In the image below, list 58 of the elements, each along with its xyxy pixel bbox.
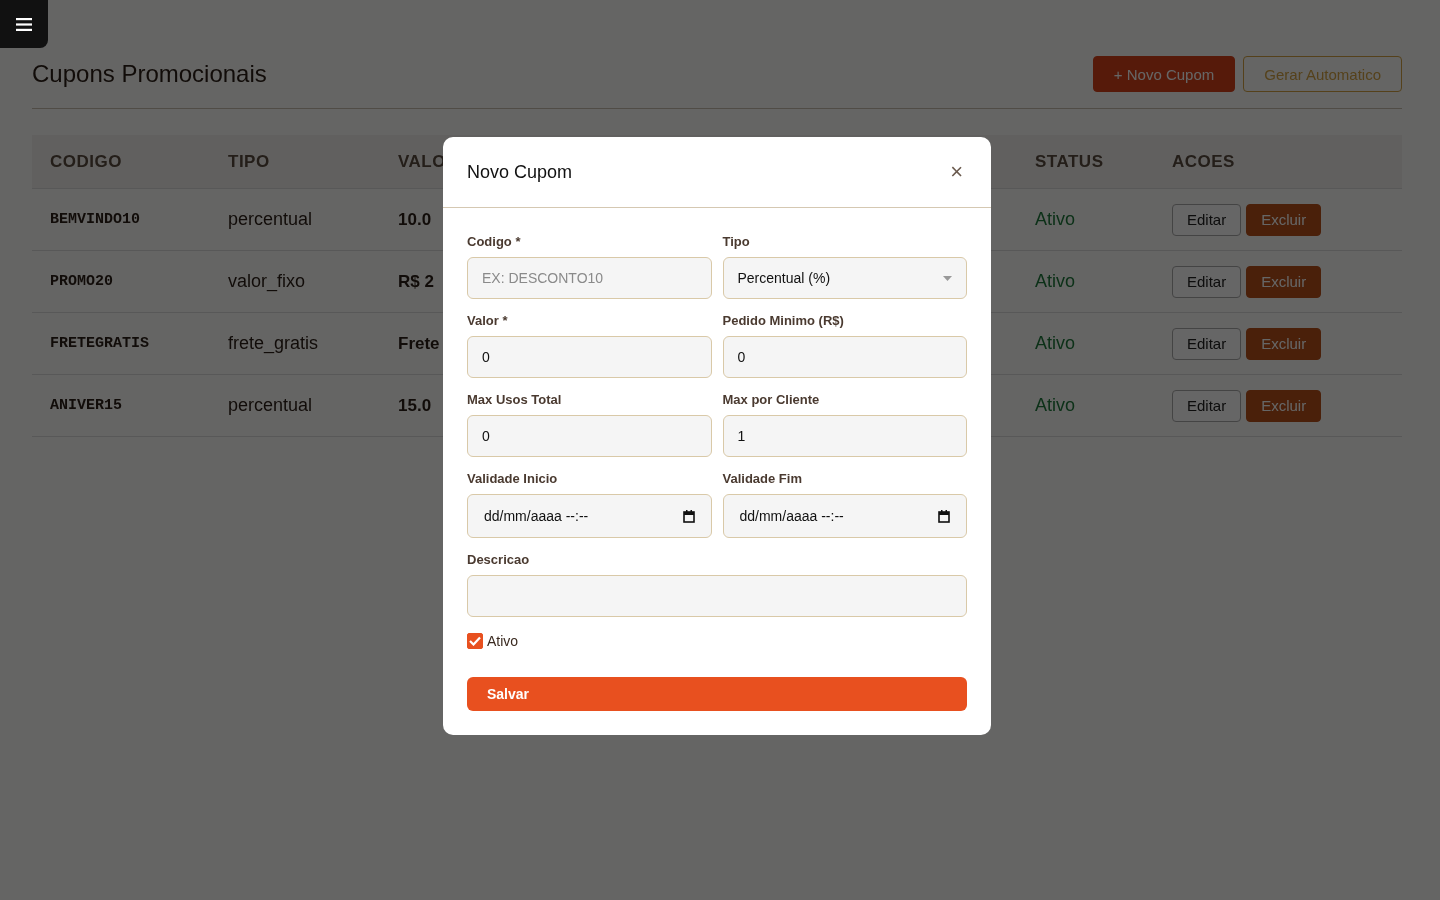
delete-button[interactable]: Excluir (1246, 265, 1322, 298)
table-cell: Frete (398, 333, 440, 353)
caret-icon (943, 275, 952, 281)
input-field[interactable]: EX: DESCONTO10 (467, 257, 712, 299)
menu-icon (16, 17, 32, 31)
status-text: Ativo (1035, 209, 1077, 230)
column-header: TIPO (228, 151, 270, 171)
calendar-icon (938, 509, 950, 523)
delete-button[interactable]: Excluir (1246, 327, 1322, 360)
table-cell-text: frete_gratis (228, 333, 320, 354)
page-title: Cupons Promocionais (32, 60, 267, 88)
table-cell-text: PROMO20 (49, 273, 114, 290)
column-header: STATUS (1035, 151, 1104, 171)
edit-button[interactable]: Editar (1172, 327, 1242, 360)
field-label: Validade Fim (722, 471, 803, 486)
field-label: Max por Cliente (722, 392, 821, 407)
date-field[interactable]: dd/mm/aaaa --:-- (467, 494, 712, 538)
field-label: Descricao (467, 552, 531, 567)
table-cell: 15.0 (398, 395, 432, 415)
field-label: Pedido Minimo (R$) (722, 313, 845, 328)
date-field[interactable]: dd/mm/aaaa --:-- (722, 494, 967, 538)
new-coupon-button[interactable]: + Novo Cupom (1092, 56, 1236, 92)
column-header: ACOES (1172, 151, 1235, 171)
checkbox-label: Ativo (487, 633, 519, 649)
field-label: Tipo (722, 234, 751, 249)
input-field[interactable] (467, 575, 967, 617)
table-cell-text: BEMVINDO10 (49, 211, 141, 228)
delete-button[interactable]: Excluir (1246, 389, 1322, 422)
calendar-icon (682, 509, 695, 523)
table-cell-text: FRETEGRATIS (49, 335, 151, 352)
edit-button[interactable]: Editar (1172, 203, 1242, 236)
status-text: Ativo (1035, 395, 1077, 416)
input-field[interactable]: 0 (467, 336, 712, 378)
menu-button[interactable] (0, 0, 48, 48)
checkbox[interactable] (467, 633, 483, 649)
table-cell-text: ANIVER15 (49, 397, 123, 414)
input-field[interactable]: 1 (722, 415, 967, 457)
field-label: Valor * (467, 313, 509, 328)
table-cell-text: percentual (228, 395, 314, 416)
save-button[interactable]: Salvar (467, 677, 967, 711)
delete-button[interactable]: Excluir (1246, 203, 1322, 236)
table-cell-text: valor_fixo (228, 271, 307, 292)
edit-button[interactable]: Editar (1172, 265, 1242, 298)
modal-title: Novo Cupom (467, 161, 573, 183)
input-field[interactable]: 0 (467, 415, 712, 457)
table-cell: 10.0 (398, 209, 432, 229)
select-field[interactable]: Percentual (%) (722, 257, 967, 299)
input-field[interactable]: 0 (722, 336, 967, 378)
field-label: Validade Inicio (467, 471, 559, 486)
field-label: Max Usos Total (467, 392, 563, 407)
edit-button[interactable]: Editar (1172, 389, 1242, 422)
table-cell-text: percentual (228, 209, 314, 230)
close-button[interactable]: × (946, 161, 967, 183)
table-cell: R$ 2 (398, 271, 434, 291)
status-text: Ativo (1035, 333, 1077, 354)
field-label: Codigo * (467, 234, 522, 249)
column-header: CODIGO (50, 151, 122, 171)
status-text: Ativo (1035, 271, 1077, 292)
